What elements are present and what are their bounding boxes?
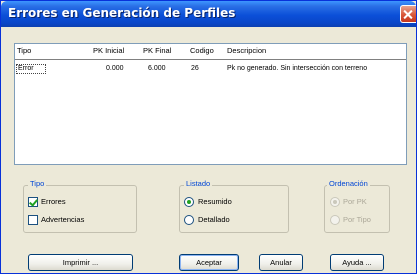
window-title: Errores en Generación de Perfiles: [8, 6, 236, 20]
close-icon[interactable]: [400, 5, 416, 23]
tipo-group-label: Tipo: [28, 179, 47, 188]
por-pk-radio[interactable]: [330, 197, 340, 207]
detallado-label[interactable]: Detallado: [198, 215, 230, 224]
column-header-pk-final[interactable]: PK Final: [143, 46, 171, 55]
por-tipo-radio[interactable]: [330, 215, 340, 225]
column-header-pk-inicial[interactable]: PK Inicial: [93, 46, 124, 55]
cell-pk-inicial[interactable]: 0.000: [106, 65, 124, 72]
advertencias-label[interactable]: Advertencias: [41, 215, 84, 224]
errores-label[interactable]: Errores: [41, 197, 66, 206]
listado-group-label: Listado: [184, 179, 213, 188]
ayuda-button[interactable]: Ayuda ...: [330, 254, 384, 271]
errores-dialog: Errores en Generación de Perfiles Tipo P…: [0, 0, 417, 274]
anular-button[interactable]: Anular: [259, 254, 303, 271]
cell-pk-final[interactable]: 6.000: [148, 65, 166, 72]
cell-descripcion[interactable]: Pk no generado. Sin intersección con ter…: [227, 65, 367, 72]
column-header-descripcion[interactable]: Descripcion: [227, 46, 266, 55]
advertencias-checkbox[interactable]: [28, 215, 38, 225]
imprimir-button[interactable]: Imprimir ...: [28, 254, 133, 271]
errores-checkbox[interactable]: [28, 197, 38, 207]
cell-tipo[interactable]: Error: [18, 65, 34, 72]
header-divider: [15, 59, 406, 60]
column-header-tipo[interactable]: Tipo: [17, 46, 31, 55]
column-header-codigo[interactable]: Codigo: [190, 46, 214, 55]
title-bar[interactable]: Errores en Generación de Perfiles: [1, 1, 416, 27]
resumido-label[interactable]: Resumido: [198, 197, 232, 206]
cell-codigo[interactable]: 26: [191, 65, 199, 72]
ordenacion-group: [324, 185, 390, 233]
resumido-radio[interactable]: [184, 197, 194, 207]
detallado-radio[interactable]: [184, 215, 194, 225]
por-pk-label[interactable]: Por PK: [343, 197, 367, 206]
por-tipo-label[interactable]: Por Tipo: [343, 215, 371, 224]
errors-list[interactable]: [14, 43, 407, 165]
tipo-group: [23, 185, 137, 233]
listado-group: [179, 185, 289, 233]
ordenacion-group-label: Ordenación: [327, 179, 370, 188]
aceptar-button[interactable]: Aceptar: [179, 254, 239, 271]
